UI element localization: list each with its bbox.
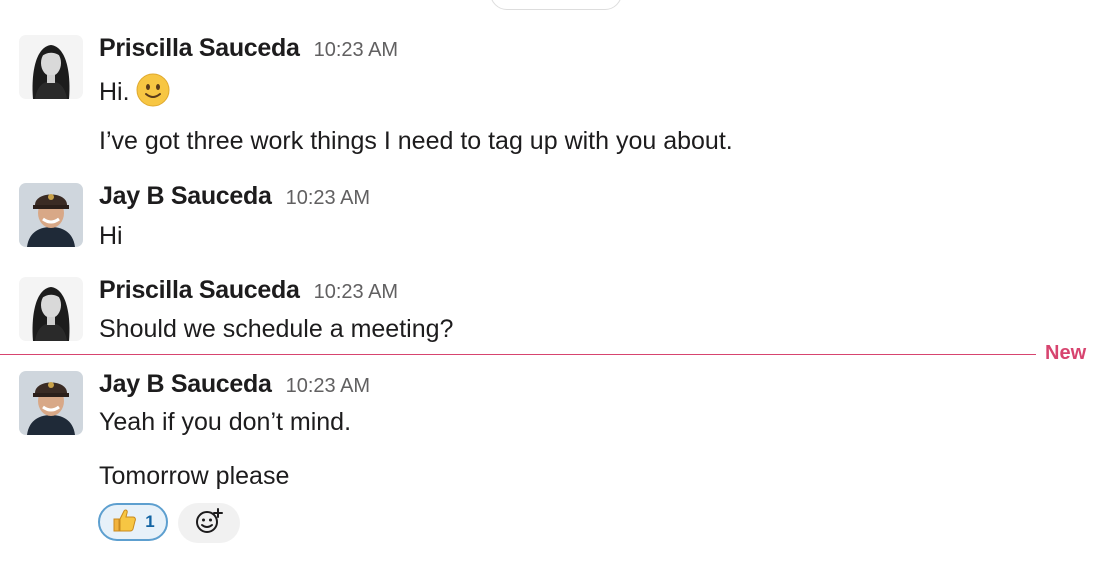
slightly-smiling-face-icon bbox=[136, 73, 170, 114]
avatar-priscilla[interactable] bbox=[19, 35, 83, 99]
avatar-jay[interactable] bbox=[19, 183, 83, 247]
reaction-thumbs-up-button[interactable]: 1 bbox=[98, 503, 168, 541]
reaction-count: 1 bbox=[145, 512, 155, 531]
message-line: I’ve got three work things I need to tag… bbox=[99, 127, 733, 155]
avatar-priscilla[interactable] bbox=[19, 277, 83, 341]
message-line: Tomorrow please bbox=[99, 462, 290, 490]
message-line: Should we schedule a meeting? bbox=[99, 315, 454, 343]
message-line: Yeah if you don’t mind. bbox=[99, 408, 352, 436]
author-name[interactable]: Priscilla Sauceda bbox=[99, 34, 300, 63]
author-name[interactable]: Jay B Sauceda bbox=[99, 370, 272, 399]
thumbs-up-icon bbox=[111, 507, 137, 538]
jump-to-date-pill[interactable] bbox=[490, 0, 622, 10]
author-name[interactable]: Jay B Sauceda bbox=[99, 182, 272, 211]
timestamp[interactable]: 10:23 AM bbox=[314, 39, 399, 62]
timestamp[interactable]: 10:23 AM bbox=[286, 375, 371, 398]
message-line: Hi bbox=[99, 222, 123, 250]
avatar-jay[interactable] bbox=[19, 371, 83, 435]
add-reaction-button[interactable] bbox=[178, 503, 240, 543]
new-messages-divider bbox=[0, 354, 1036, 355]
timestamp[interactable]: 10:23 AM bbox=[286, 187, 371, 210]
message-text: Hi. bbox=[99, 73, 170, 114]
new-messages-label: New bbox=[1045, 342, 1087, 364]
add-reaction-icon bbox=[194, 506, 224, 541]
timestamp[interactable]: 10:23 AM bbox=[314, 281, 399, 304]
message-line: Hi. bbox=[99, 78, 130, 106]
author-name[interactable]: Priscilla Sauceda bbox=[99, 276, 300, 305]
